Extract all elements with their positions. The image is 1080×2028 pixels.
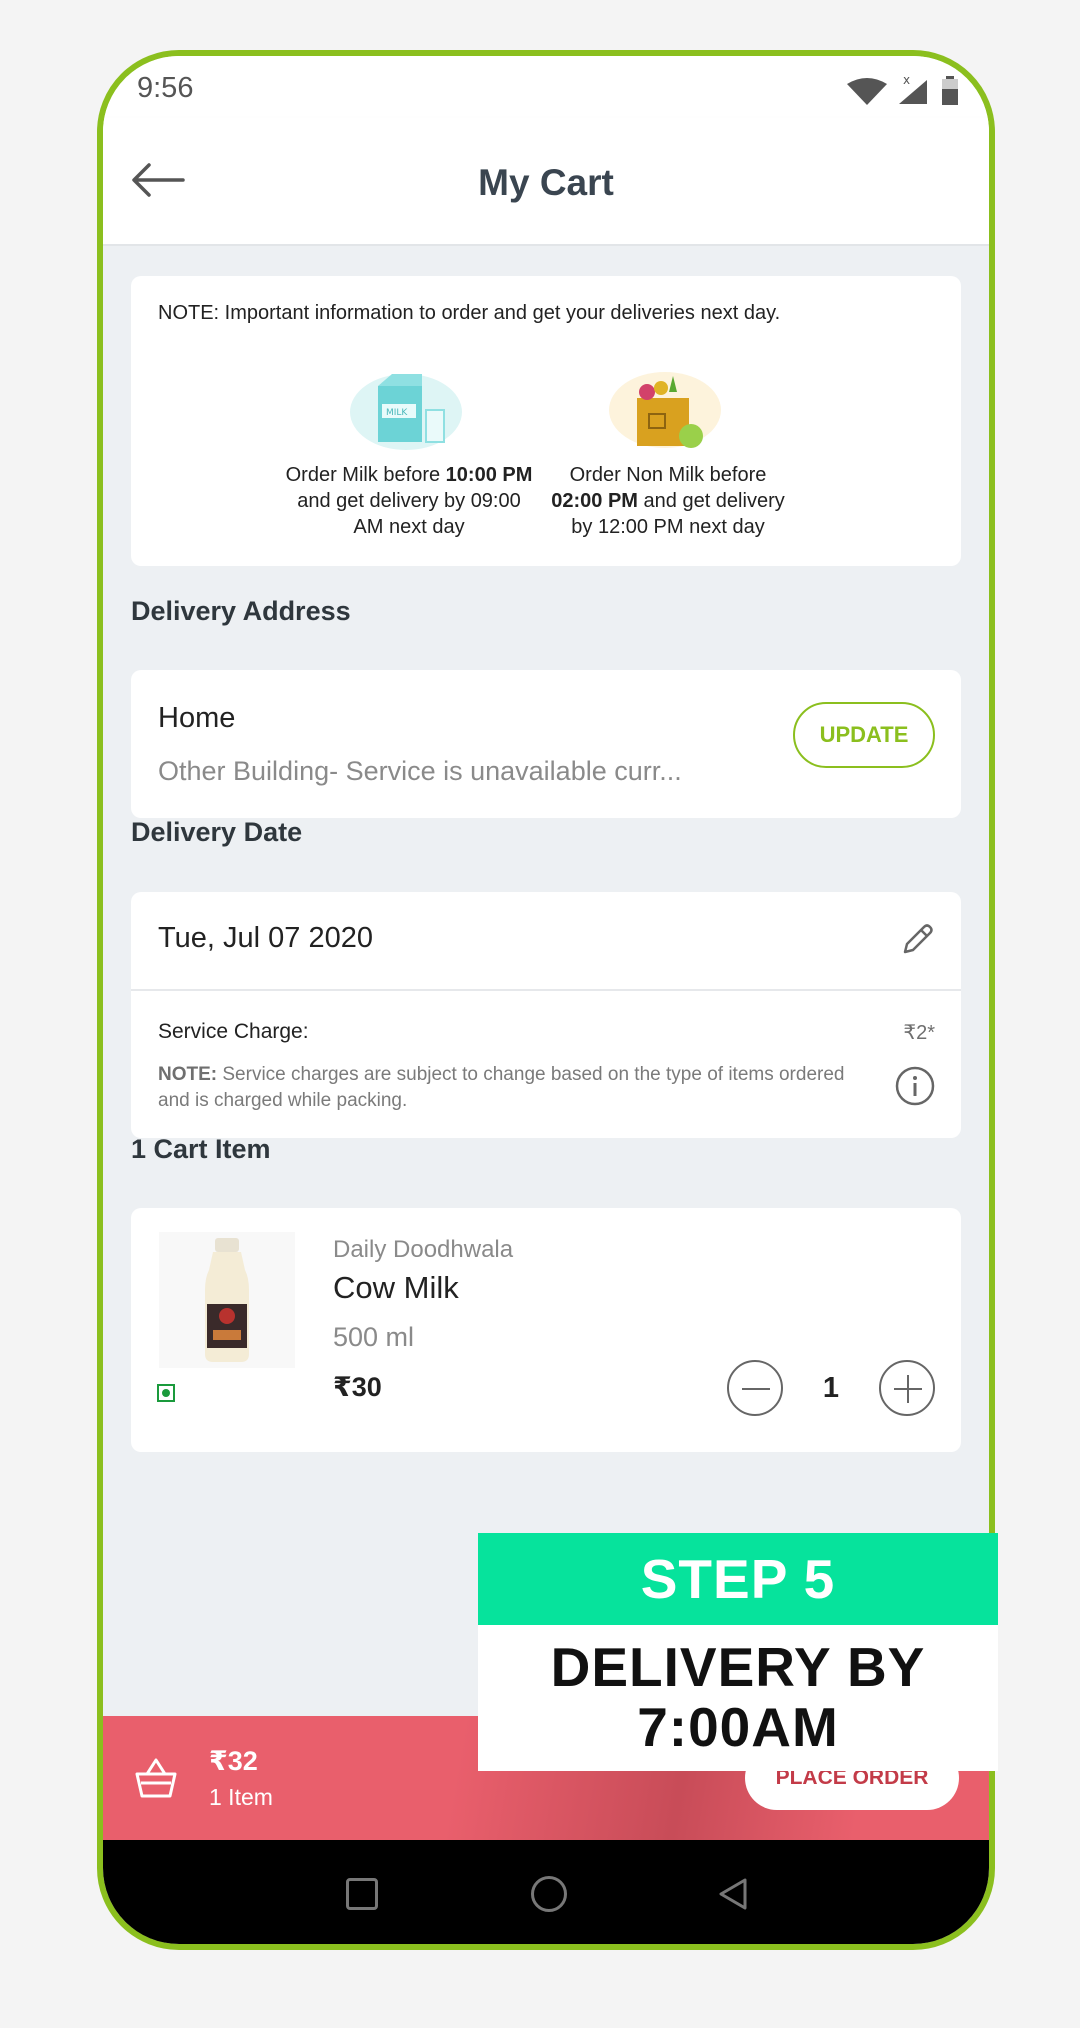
delivery-address-title: Delivery Address (131, 596, 351, 626)
cart-content[interactable]: NOTE: Important information to order and… (103, 246, 989, 1716)
cart-items-count: 1 Item (209, 1784, 273, 1810)
step-caption-line2: 7:00AM (637, 1696, 839, 1758)
address-line: Other Building- Service is unavailable c… (158, 756, 682, 786)
basket-icon (135, 1758, 177, 1798)
page-title: My Cart (478, 162, 614, 203)
recents-icon[interactable] (346, 1878, 378, 1910)
step-caption-line1: DELIVERY BY (550, 1636, 926, 1698)
delivery-date-card: Tue, Jul 07 2020 Service Charge: ₹2* NOT… (131, 892, 961, 1138)
step-label: STEP 5 (478, 1533, 998, 1625)
svg-text:x: x (903, 74, 910, 87)
delivery-info-card: NOTE: Important information to order and… (131, 276, 961, 566)
delivery-date-value: Tue, Jul 07 2020 (158, 922, 373, 954)
service-charge-value: ₹2* (903, 1022, 935, 1044)
system-nav-bar (103, 1840, 989, 1944)
non-milk-info-caption: Order Non Milk before 02:00 PM and get d… (551, 464, 785, 538)
address-name: Home (158, 702, 236, 734)
milk-carton-icon: MILK (344, 364, 474, 454)
status-icons: x (847, 74, 959, 106)
milk-info: MILK Order Milk before 10:00 PM and get … (284, 364, 534, 540)
step-overlay: STEP 5 DELIVERY BY 7:00AM (478, 1533, 998, 1771)
signal-icon: x (899, 74, 927, 104)
product-name: Cow Milk (333, 1270, 459, 1305)
decrease-quantity-button[interactable] (727, 1360, 783, 1416)
delivery-date-title: Delivery Date (131, 817, 303, 847)
cart-items-title: 1 Cart Item (131, 1134, 271, 1164)
app-bar: My Cart (103, 118, 989, 246)
milk-info-caption: Order Milk before 10:00 PM and get deliv… (285, 464, 533, 538)
increase-quantity-button[interactable] (879, 1360, 935, 1416)
service-charge-note: NOTE: Service charges are subject to cha… (158, 1064, 845, 1111)
back-triangle-icon[interactable] (715, 1876, 751, 1912)
step-caption: DELIVERY BY 7:00AM (478, 1625, 998, 1771)
status-time: 9:56 (137, 72, 194, 104)
product-image (159, 1232, 295, 1368)
wifi-icon (847, 78, 887, 105)
update-address-button[interactable]: UPDATE (793, 702, 935, 768)
home-icon[interactable] (531, 1876, 567, 1912)
product-quantity: 500 ml (333, 1322, 415, 1352)
delivery-address-card: Home Other Building- Service is unavaila… (131, 670, 961, 818)
edit-pencil-icon[interactable] (899, 922, 935, 958)
status-bar: 9:56 x (103, 56, 989, 118)
item-count: 1 (822, 1371, 840, 1404)
cart-total: ₹32 (209, 1746, 258, 1776)
quantity-stepper: 1 (727, 1360, 935, 1416)
svg-text:MILK: MILK (386, 408, 408, 418)
info-icon[interactable] (895, 1066, 935, 1106)
battery-icon (942, 76, 958, 105)
cart-item-card: Daily Doodhwala Cow Milk 500 ml ₹30 1 (131, 1208, 961, 1452)
product-brand: Daily Doodhwala (333, 1236, 514, 1263)
veg-indicator-icon (157, 1384, 175, 1402)
grocery-bag-icon (603, 364, 733, 454)
note-text: NOTE: Important information to order and… (158, 302, 781, 324)
service-charge-label: Service Charge: (158, 1020, 309, 1043)
product-price: ₹30 (333, 1372, 382, 1402)
divider (131, 989, 961, 991)
non-milk-info: Order Non Milk before 02:00 PM and get d… (543, 364, 793, 540)
